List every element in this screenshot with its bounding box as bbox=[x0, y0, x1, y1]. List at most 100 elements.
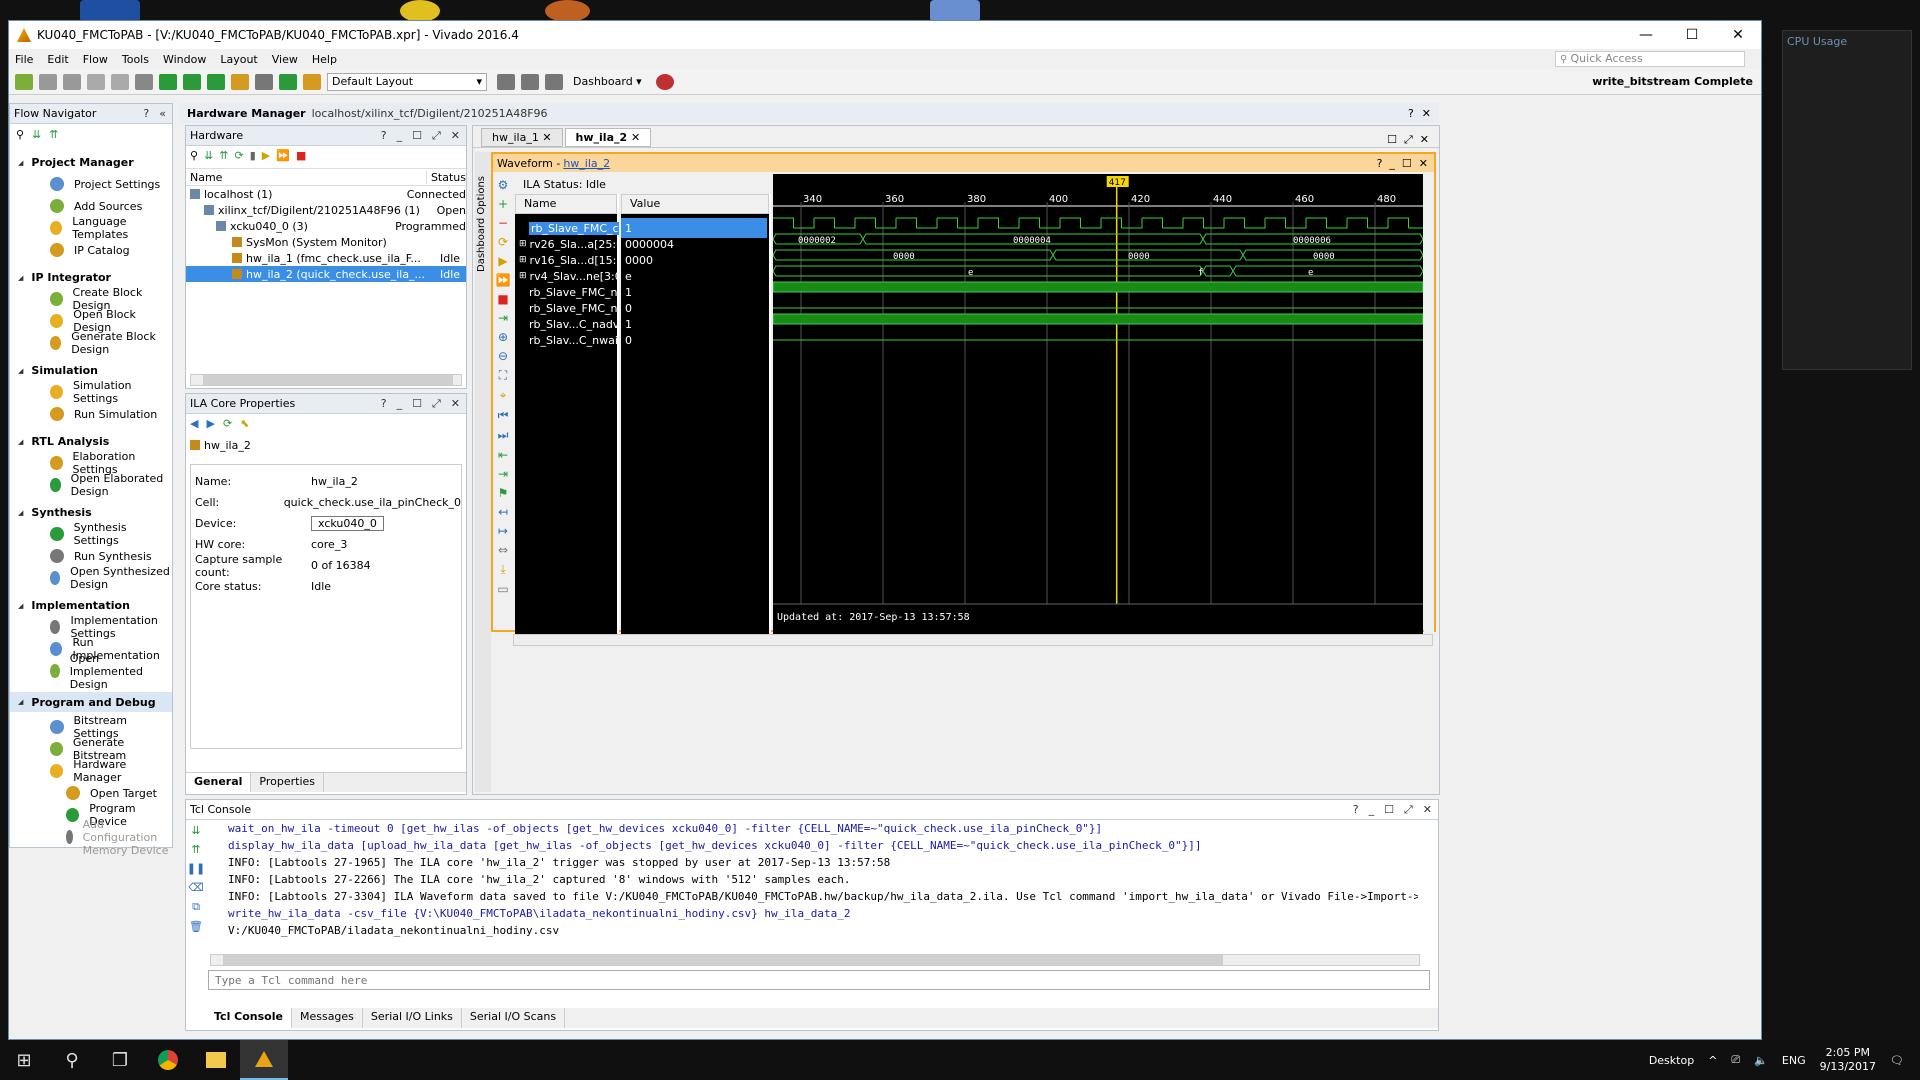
copy-icon[interactable] bbox=[87, 73, 105, 90]
start-button[interactable]: ⊞ bbox=[0, 1040, 48, 1080]
close-icon[interactable]: ✕ bbox=[1420, 133, 1429, 146]
expand-all-icon[interactable]: ⇈ bbox=[219, 149, 228, 165]
search-icon[interactable]: ⚲ bbox=[190, 149, 198, 165]
go-end-icon[interactable]: ⏭ bbox=[498, 428, 509, 443]
run-simulation-icon[interactable] bbox=[183, 73, 201, 90]
vivado-taskbar-icon[interactable] bbox=[240, 1040, 288, 1080]
flow-item[interactable]: IP Catalog bbox=[10, 239, 172, 261]
clear-icon[interactable]: ⌫ bbox=[188, 881, 204, 894]
marker-icon[interactable]: ⌖ bbox=[500, 388, 507, 403]
property-value[interactable]: xcku040_0 bbox=[311, 516, 384, 531]
run-immediate-icon[interactable]: ⏩ bbox=[496, 273, 511, 287]
help-icon[interactable]: ? bbox=[1408, 107, 1414, 120]
menu-file[interactable]: File bbox=[15, 53, 33, 66]
minimize-icon[interactable]: _ bbox=[1389, 157, 1395, 170]
expand-all-icon[interactable]: ⇈ bbox=[191, 843, 200, 856]
column-name-header[interactable]: Name bbox=[515, 194, 617, 214]
menu-help[interactable]: Help bbox=[312, 53, 337, 66]
menu-flow[interactable]: Flow bbox=[83, 53, 108, 66]
run-trigger-icon[interactable]: ▶ bbox=[498, 254, 507, 268]
tab-serial-io-links[interactable]: Serial I/O Links bbox=[363, 1008, 462, 1028]
close-icon[interactable]: ✕ bbox=[1422, 107, 1431, 120]
float-icon[interactable]: ⤢ bbox=[1404, 133, 1413, 146]
collapse-icon[interactable]: « bbox=[159, 107, 166, 120]
flow-section[interactable]: IP Integrator bbox=[18, 271, 172, 284]
flow-item[interactable]: Bitstream Settings bbox=[10, 714, 172, 740]
vertical-scrollbar[interactable] bbox=[1424, 174, 1434, 634]
undo-icon[interactable] bbox=[39, 73, 57, 90]
dashboard-menu[interactable]: Dashboard ▾ bbox=[569, 73, 646, 91]
chrome-icon[interactable] bbox=[144, 1040, 192, 1080]
flow-item[interactable]: Simulation Settings bbox=[10, 379, 172, 405]
float-icon[interactable]: ⤢ bbox=[1404, 803, 1413, 817]
task-view-icon[interactable]: ❐ bbox=[96, 1040, 144, 1080]
zoom-in-icon[interactable]: ⊕ bbox=[498, 330, 508, 344]
collapse-all-icon[interactable]: ⇊ bbox=[32, 128, 41, 142]
float-icon[interactable]: ⤢ bbox=[432, 397, 441, 411]
network-icon[interactable]: ⎚ bbox=[1731, 1053, 1740, 1067]
flow-item[interactable]: Run Simulation bbox=[10, 403, 172, 425]
flow-section[interactable]: Simulation bbox=[18, 364, 172, 377]
maximize-button[interactable]: ☐ bbox=[1669, 27, 1715, 43]
forward-arrow-icon[interactable]: ▶ bbox=[206, 417, 214, 433]
redo-icon[interactable] bbox=[63, 73, 81, 90]
flow-item[interactable]: Hardware Manager bbox=[10, 758, 172, 784]
menu-tools[interactable]: Tools bbox=[122, 53, 149, 66]
restore-icon[interactable]: ☐ bbox=[1402, 157, 1412, 170]
close-icon[interactable]: ✕ bbox=[1419, 157, 1428, 170]
waveform-horizontal-scrollbar[interactable] bbox=[513, 634, 1433, 646]
help-icon[interactable]: ? bbox=[381, 129, 387, 143]
open-project-icon[interactable] bbox=[15, 73, 33, 90]
column-value-header[interactable]: Value bbox=[621, 194, 769, 214]
minimize-icon[interactable]: _ bbox=[1369, 803, 1375, 817]
close-button[interactable]: ✕ bbox=[1715, 27, 1761, 43]
run-trigger-icon[interactable]: ▶ bbox=[262, 149, 270, 165]
paste-icon[interactable] bbox=[111, 73, 129, 90]
column-name[interactable]: Name bbox=[186, 170, 427, 184]
expand-icon[interactable]: ⊞ bbox=[519, 239, 527, 249]
gray-icon[interactable]: ▭ bbox=[497, 582, 508, 596]
zoom-fit-icon[interactable]: ⛶ bbox=[499, 368, 507, 383]
tools-icon[interactable] bbox=[255, 73, 273, 90]
table-row[interactable]: hw_ila_2 (quick_check.use_ila_... Idle bbox=[186, 266, 466, 282]
table-row[interactable]: xcku040_0 (3) Programmed bbox=[186, 218, 466, 234]
flow-section[interactable]: Program and Debug bbox=[10, 692, 172, 712]
desktop-icon[interactable] bbox=[545, 0, 590, 22]
help-icon[interactable]: ? bbox=[1377, 157, 1383, 170]
expand-all-icon[interactable]: ⇈ bbox=[49, 128, 58, 142]
pause-icon[interactable]: ❚❚ bbox=[187, 862, 205, 875]
tab-serial-io-scans[interactable]: Serial I/O Scans bbox=[462, 1008, 566, 1028]
close-icon[interactable]: ✕ bbox=[1423, 803, 1432, 817]
search-icon[interactable]: ⚲ bbox=[16, 128, 24, 142]
table-row[interactable]: hw_ila_1 (fmc_check.use_ila_F... Idle bbox=[186, 250, 466, 266]
signal-name-row[interactable]: rb_Slav...C_nwait bbox=[515, 330, 619, 350]
table-row[interactable]: SysMon (System Monitor) bbox=[186, 234, 466, 250]
prev-marker-icon[interactable]: ↤ bbox=[498, 505, 508, 519]
next-edge-icon[interactable]: ⇥ bbox=[498, 467, 508, 481]
settings-icon[interactable] bbox=[231, 73, 249, 90]
flow-item[interactable]: Elaboration Settings bbox=[10, 450, 172, 476]
refresh-icon[interactable]: ⟳ bbox=[223, 417, 232, 433]
close-icon[interactable]: ✕ bbox=[451, 129, 460, 143]
help-icon[interactable]: ? bbox=[381, 397, 387, 411]
flow-item[interactable]: Language Templates bbox=[10, 215, 172, 241]
flow-item[interactable]: Create Block Design bbox=[10, 286, 172, 312]
flow-item[interactable]: Run Synthesis bbox=[10, 545, 172, 567]
flow-item[interactable]: Open Target bbox=[10, 782, 172, 804]
stop-icon[interactable]: ■ bbox=[497, 292, 508, 306]
flow-section[interactable]: RTL Analysis bbox=[18, 435, 172, 448]
select-icon[interactable]: ⬉ bbox=[240, 417, 249, 433]
desktop-icon[interactable] bbox=[80, 0, 140, 22]
tcl-command-input[interactable] bbox=[208, 970, 1430, 990]
help-icon[interactable]: ? bbox=[143, 107, 149, 120]
go-start-icon[interactable]: ⏮ bbox=[498, 408, 509, 423]
delete-icon[interactable] bbox=[135, 73, 153, 90]
tab-tcl-console[interactable]: Tcl Console bbox=[206, 1008, 292, 1028]
volume-icon[interactable]: 🔈 bbox=[1754, 1054, 1768, 1067]
program-icon[interactable]: ▮ bbox=[250, 149, 256, 165]
flow-item[interactable]: Add Sources bbox=[10, 195, 172, 217]
flow-item[interactable]: Open Implemented Design bbox=[10, 652, 172, 691]
desktop-icon[interactable] bbox=[930, 0, 980, 22]
expand-icon[interactable]: ⊞ bbox=[519, 255, 527, 265]
menu-window[interactable]: Window bbox=[163, 53, 206, 66]
